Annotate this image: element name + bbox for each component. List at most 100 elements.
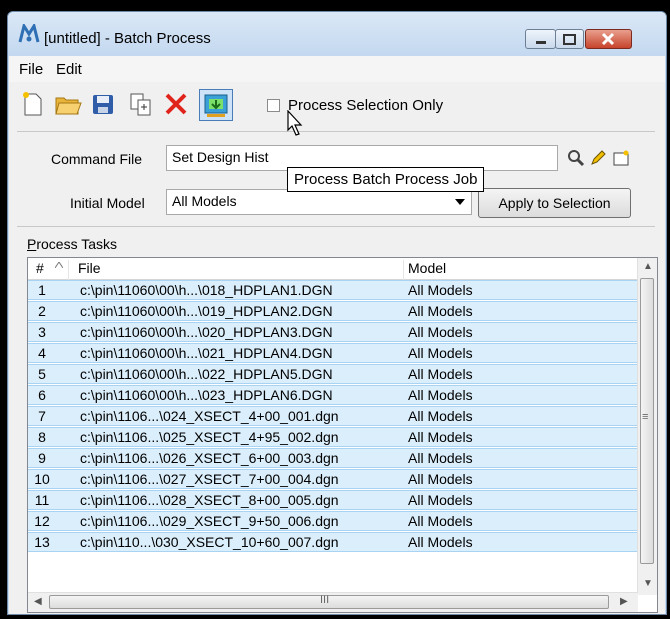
column-divider[interactable] <box>68 260 69 281</box>
table-row[interactable]: 9 c:\pin\1106...\026_XSECT_6+00_003.dgn Al… <box>28 448 638 468</box>
row-file: c:\pin\1106...\024_XSECT_4+00_001.dgn <box>80 408 339 424</box>
minimize-button[interactable] <box>525 29 556 49</box>
process-tasks-mnemonic: P <box>27 236 37 252</box>
row-model: All Models <box>408 345 473 361</box>
apply-to-selection-button[interactable]: Apply to Selection <box>478 188 631 218</box>
row-model: All Models <box>408 324 473 340</box>
initial-model-label: Initial Model <box>70 195 145 211</box>
row-number: 1 <box>38 282 46 298</box>
tooltip: Process Batch Process Job <box>287 167 485 192</box>
command-file-label: Command File <box>51 151 143 167</box>
row-model: All Models <box>408 282 473 298</box>
table-rows: 1 c:\pin\11060\00\h...\018_HDPLAN1.DGN All… <box>28 280 638 553</box>
row-number: 2 <box>38 303 46 319</box>
table-row[interactable]: 12 c:\pin\1106...\029_XSECT_9+50_006.dgn A… <box>28 511 638 531</box>
row-number: 13 <box>34 534 50 550</box>
save-button[interactable] <box>89 90 117 118</box>
table-row[interactable]: 8 c:\pin\1106...\025_XSECT_4+95_002.dgn Al… <box>28 427 638 447</box>
delete-icon <box>165 93 187 115</box>
batch-process-window: [untitled] - Batch Process File Edit Pro… <box>7 11 667 615</box>
toolbar: Process Selection Only <box>9 83 665 131</box>
pencil-icon[interactable] <box>589 149 607 167</box>
row-number: 9 <box>38 450 46 466</box>
table-row[interactable]: 5 c:\pin\11060\00\h...\022_HDPLAN5.DGN All… <box>28 364 638 384</box>
horizontal-scroll-thumb[interactable]: III <box>49 594 609 609</box>
mouse-cursor-icon <box>287 110 303 136</box>
process-batch-button[interactable] <box>199 89 233 121</box>
row-number: 10 <box>34 471 50 487</box>
vertical-scroll-thumb[interactable]: ≡ <box>640 278 654 564</box>
scroll-up-icon[interactable]: ▲ <box>643 261 653 272</box>
row-model: All Models <box>408 303 473 319</box>
row-number: 4 <box>38 345 46 361</box>
initial-model-value: All Models <box>172 193 237 209</box>
copy-button[interactable] <box>127 90 155 118</box>
row-model: All Models <box>408 366 473 382</box>
minimize-icon <box>536 41 546 44</box>
close-button[interactable] <box>585 29 632 49</box>
title-bar[interactable]: [untitled] - Batch Process <box>8 12 666 56</box>
menu-edit[interactable]: Edit <box>56 61 82 78</box>
row-model: All Models <box>408 408 473 424</box>
menu-bar: File Edit <box>9 56 665 82</box>
row-file: c:\pin\1106...\028_XSECT_8+00_005.dgn <box>80 492 339 508</box>
process-selection-checkbox[interactable] <box>267 99 280 112</box>
delete-button[interactable] <box>162 90 190 118</box>
column-header-file[interactable]: File <box>78 260 101 276</box>
row-number: 6 <box>38 387 46 403</box>
process-tasks-label-text: rocess Tasks <box>36 236 118 252</box>
table-row[interactable]: 1 c:\pin\11060\00\h...\018_HDPLAN1.DGN All… <box>28 280 638 300</box>
initial-model-select[interactable]: All Models <box>166 189 472 215</box>
table-row[interactable]: 4 c:\pin\11060\00\h...\021_HDPLAN4.DGN All… <box>28 343 638 363</box>
row-file: c:\pin\110...\030_XSECT_10+60_007.dgn <box>80 534 339 550</box>
table-row[interactable]: 3 c:\pin\11060\00\h...\020_HDPLAN3.DGN All… <box>28 322 638 342</box>
new-file-icon[interactable] <box>612 149 630 167</box>
column-header-model[interactable]: Model <box>408 260 446 276</box>
maximize-button[interactable] <box>555 29 584 49</box>
open-folder-icon <box>55 97 82 115</box>
process-tasks-table[interactable]: # File Model 1 c:\pin\11060\00\h...\018_H… <box>27 257 658 613</box>
table-row[interactable]: 11 c:\pin\1106...\028_XSECT_8+00_005.dgn A… <box>28 490 638 510</box>
process-tasks-label: Process Tasks <box>27 236 117 252</box>
vertical-scrollbar[interactable]: ▲ ≡ ▼ <box>637 258 657 595</box>
row-number: 12 <box>34 513 50 529</box>
copy-icon <box>130 93 151 116</box>
row-number: 5 <box>38 366 46 382</box>
scroll-left-icon[interactable]: ◀ <box>34 596 42 607</box>
divider <box>17 131 655 132</box>
column-divider[interactable] <box>403 260 404 281</box>
row-number: 7 <box>38 408 46 424</box>
horizontal-scrollbar[interactable]: ◀ III ▶ <box>28 592 638 612</box>
sort-ascending-icon <box>55 262 63 268</box>
table-row[interactable]: 6 c:\pin\11060\00\h...\023_HDPLAN6.DGN All… <box>28 385 638 405</box>
table-row[interactable]: 2 c:\pin\11060\00\h...\019_HDPLAN2.DGN All… <box>28 301 638 321</box>
open-button[interactable] <box>54 90 82 118</box>
row-model: All Models <box>408 450 473 466</box>
maximize-icon <box>563 34 576 45</box>
table-header: # File Model <box>28 258 638 281</box>
grip-icon: ≡ <box>642 411 649 423</box>
table-row[interactable]: 13 c:\pin\110...\030_XSECT_10+60_007.dgn A… <box>28 532 638 552</box>
menu-file[interactable]: File <box>19 61 43 78</box>
row-model: All Models <box>408 534 473 550</box>
row-model: All Models <box>408 471 473 487</box>
column-header-number[interactable]: # <box>36 260 44 276</box>
row-model: All Models <box>408 513 473 529</box>
row-file: c:\pin\11060\00\h...\018_HDPLAN1.DGN <box>80 282 333 298</box>
row-model: All Models <box>408 492 473 508</box>
table-row[interactable]: 7 c:\pin\1106...\024_XSECT_4+00_001.dgn Al… <box>28 406 638 426</box>
scroll-down-icon[interactable]: ▼ <box>643 578 653 589</box>
row-model: All Models <box>408 387 473 403</box>
row-file: c:\pin\1106...\025_XSECT_4+95_002.dgn <box>80 429 339 445</box>
process-selection-label: Process Selection Only <box>288 97 444 114</box>
divider <box>17 226 655 227</box>
search-icon[interactable] <box>567 149 585 167</box>
save-icon <box>93 95 113 114</box>
scroll-right-icon[interactable]: ▶ <box>620 596 628 607</box>
window-title: [untitled] - Batch Process <box>44 30 211 47</box>
new-button[interactable] <box>19 90 47 118</box>
grip-icon: III <box>320 594 330 606</box>
row-number: 11 <box>34 492 50 508</box>
table-row[interactable]: 10 c:\pin\1106...\027_XSECT_7+00_004.dgn A… <box>28 469 638 489</box>
row-file: c:\pin\11060\00\h...\021_HDPLAN4.DGN <box>80 345 333 361</box>
